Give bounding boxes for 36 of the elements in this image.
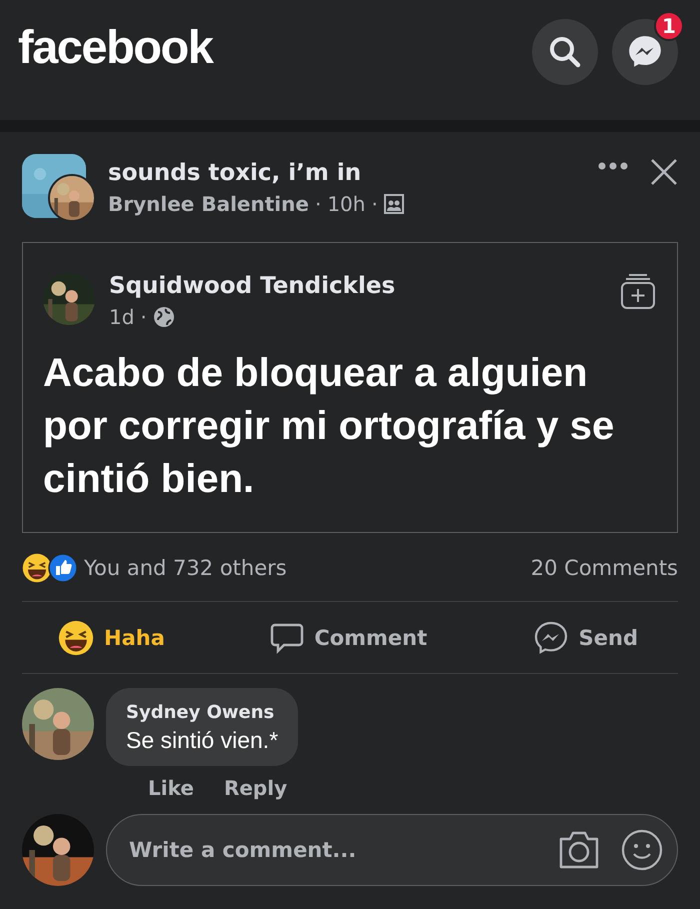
notification-badge: 1 — [654, 11, 684, 41]
emoji-icon[interactable] — [621, 829, 663, 871]
haha-action[interactable]: Haha — [58, 620, 165, 656]
comment-text: Se sintió vien.* — [126, 727, 278, 754]
separator-dot: · — [371, 192, 378, 216]
camera-icon[interactable] — [557, 830, 601, 870]
post-time: 10h — [327, 192, 366, 216]
separator-dot: · — [314, 192, 322, 216]
post-time: 1d — [109, 305, 134, 329]
group-icon — [384, 194, 404, 214]
author-name[interactable]: Brynlee Balentine — [108, 192, 309, 216]
laughing-emoji-icon — [22, 553, 52, 583]
more-icon — [598, 162, 628, 170]
send-action[interactable]: Send — [532, 620, 638, 656]
add-collection-icon[interactable] — [619, 273, 657, 311]
like-icon — [48, 553, 78, 583]
comment-action-link[interactable]: Like — [148, 776, 194, 800]
post-text: Acabo de bloquear a alguien por corregir mi ortografía y se cintió bien. — [43, 350, 616, 503]
comment-action-link[interactable]: Reply — [224, 776, 288, 800]
comment-action[interactable]: Comment — [270, 620, 428, 654]
facebook-logo: facebook — [18, 19, 212, 75]
commenter-name[interactable]: Sydney Owens — [126, 702, 278, 723]
search-icon — [548, 35, 582, 69]
close-icon — [650, 158, 678, 186]
globe-icon — [152, 306, 175, 328]
comment-input[interactable]: Write a comment... — [127, 837, 537, 863]
comment-field[interactable]: Write a comment... — [106, 814, 678, 886]
messenger-icon — [532, 620, 569, 656]
more-options-button[interactable] — [598, 162, 628, 170]
author-name[interactable]: Squidwood Tendickles — [109, 273, 619, 299]
laughing-emoji-icon — [58, 620, 94, 656]
close-button[interactable] — [650, 158, 678, 186]
group-name[interactable]: sounds toxic, i’m in — [108, 160, 598, 186]
separator-dot: · — [140, 305, 147, 329]
reaction-summary[interactable]: You and 732 others — [84, 556, 287, 580]
comment-count[interactable]: 20 Comments — [530, 556, 678, 580]
